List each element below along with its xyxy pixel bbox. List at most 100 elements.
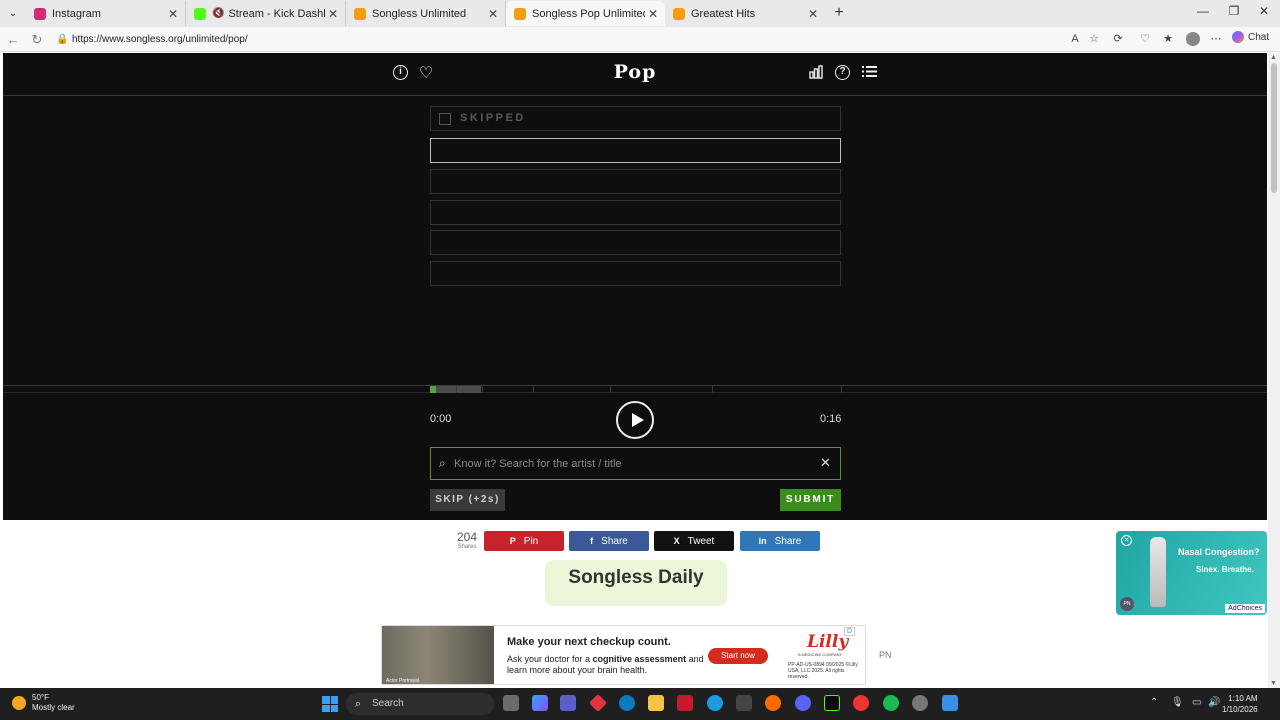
address-bar[interactable]: 🔒 https://www.songless.org/unlimited/pop… (52, 30, 1092, 49)
share-button-label: Tweet (687, 535, 715, 547)
read-aloud-icon[interactable]: A (1067, 31, 1083, 48)
spotify-icon[interactable] (883, 695, 899, 711)
list-icon[interactable] (860, 65, 878, 83)
lilly-logo: Lilly (807, 632, 849, 652)
guess-row-current (430, 138, 841, 163)
copilot-chat-button[interactable]: Chat (1232, 31, 1269, 43)
microphone-icon[interactable]: 🎙 (1171, 697, 1184, 708)
share-button-label: Share (774, 535, 802, 547)
song-search-box[interactable]: ⌕ ✕ (430, 447, 841, 480)
play-icon (632, 413, 644, 427)
songless-daily-heading[interactable]: Songless Daily (545, 560, 727, 606)
tab-songless-unlimited[interactable]: Songless Unlimited ✕ (346, 1, 506, 26)
opera-icon[interactable] (853, 695, 869, 711)
pinterest-share-button[interactable]: P Pin (484, 531, 564, 551)
x-icon: X (673, 536, 680, 546)
muted-speaker-icon[interactable]: 🔇 (212, 8, 224, 19)
ad-start-now-button[interactable]: Start now (708, 648, 768, 664)
scroll-up-arrow-icon[interactable]: ▲ (1270, 54, 1277, 61)
browser-app-icon[interactable] (707, 695, 723, 711)
copilot-app-icon[interactable] (532, 695, 548, 711)
tab-instagram[interactable]: Instagram ✕ (26, 1, 186, 26)
soundcloud-icon[interactable] (765, 695, 781, 711)
tab-kick-dashboard[interactable]: 🔇 Stream - Kick Dashboard ✕ (186, 1, 346, 26)
taskbar-search[interactable]: ⌕ Search (346, 693, 494, 715)
guess-row-empty (430, 230, 841, 255)
discord-icon[interactable] (795, 695, 811, 711)
stats-icon[interactable] (807, 65, 825, 83)
help-icon[interactable]: ? (835, 65, 850, 80)
new-tab-button[interactable]: + (830, 4, 848, 22)
extensions-icon[interactable]: ⟳ (1110, 31, 1126, 48)
task-view-icon[interactable] (503, 695, 519, 711)
settings-more-icon[interactable]: ⋯ (1208, 31, 1224, 48)
weather-widget[interactable]: 50°F Mostly clear (12, 693, 75, 713)
app-diamond-icon[interactable] (588, 693, 608, 713)
linkedin-share-button[interactable]: in Share (740, 531, 820, 551)
restore-button[interactable]: ❐ (1219, 4, 1249, 18)
refresh-button[interactable]: ↻ (28, 31, 46, 48)
song-progress-bar[interactable] (3, 385, 1267, 393)
windows-start-icon[interactable] (322, 696, 338, 712)
segment-divider (610, 386, 611, 393)
tray-overflow-icon[interactable]: ⌃ (1150, 697, 1158, 708)
browser-essentials-icon[interactable]: ♡ (1137, 31, 1153, 48)
time-elapsed: 0:00 (430, 413, 452, 425)
teams-icon[interactable] (560, 695, 576, 711)
ad-close-icon[interactable]: ✕ (1121, 535, 1132, 546)
page-scrollbar[interactable]: ▲ ▼ (1268, 53, 1280, 688)
network-icon[interactable]: ▭ (1192, 697, 1201, 708)
scroll-down-arrow-icon[interactable]: ▼ (1270, 680, 1277, 687)
minimize-button[interactable]: — (1188, 4, 1218, 18)
guess-row-empty (430, 261, 841, 286)
tab-greatest-hits[interactable]: Greatest Hits ✕ (665, 1, 825, 26)
tab-close-icon[interactable]: ✕ (165, 7, 181, 21)
page-title: Pop (613, 61, 657, 83)
scrollbar-thumb[interactable] (1271, 63, 1277, 193)
facebook-share-button[interactable]: f Share (569, 531, 649, 551)
ad-info-icon[interactable]: D (844, 627, 856, 636)
back-button[interactable]: ← (4, 31, 22, 48)
profile-avatar[interactable] (1186, 32, 1200, 46)
instagram-favicon-icon (34, 7, 46, 20)
share-count: 204 (456, 530, 478, 544)
mcafee-icon[interactable] (677, 695, 693, 711)
share-count-label: Shares (457, 544, 477, 550)
tab-close-icon[interactable]: ✕ (485, 7, 501, 21)
close-window-button[interactable]: ✕ (1249, 4, 1279, 18)
ad-headline: Make your next checkup count. (507, 636, 671, 648)
tab-close-icon[interactable]: ✕ (805, 7, 821, 21)
volume-icon[interactable]: 🔊 (1208, 697, 1220, 708)
tab-title: Songless Unlimited (372, 7, 467, 20)
tab-close-icon[interactable]: ✕ (645, 7, 661, 21)
skip-button[interactable]: SKIP (+2s) (430, 489, 505, 511)
store-icon[interactable] (736, 695, 752, 711)
game-header: i ♡ Pop ? (3, 53, 1267, 96)
address-toolbar: ← ↻ 🔒 https://www.songless.org/unlimited… (0, 27, 1280, 52)
copilot-icon (1232, 31, 1244, 43)
edge-icon[interactable] (619, 695, 635, 711)
time-total: 0:16 (820, 413, 842, 425)
terminal-icon[interactable] (824, 695, 840, 711)
adchoices-link[interactable]: AdChoices (1225, 604, 1265, 613)
clear-search-icon[interactable]: ✕ (820, 455, 831, 471)
side-advertisement[interactable]: ✕ Nasal Congestion? Sinex. Breathe. PN A… (1116, 531, 1267, 615)
chrome-icon[interactable] (912, 695, 928, 711)
weather-temp: 50°F (32, 693, 49, 702)
play-button[interactable] (616, 401, 654, 439)
song-search-input[interactable] (454, 454, 804, 474)
tab-actions-menu-button[interactable]: ⌄ (4, 5, 22, 22)
tab-close-icon[interactable]: ✕ (325, 7, 341, 21)
taskbar-clock[interactable]: 1:10 AM 1/10/2026 (1222, 693, 1258, 715)
favorite-star-icon[interactable]: ☆ (1086, 31, 1102, 48)
bottom-advertisement[interactable]: Actor Portrayal Make your next checkup c… (381, 625, 866, 685)
x-tweet-button[interactable]: X Tweet (654, 531, 734, 551)
windows-taskbar: 50°F Mostly clear ⌕ Search ⌃ 🎙 ▭ 🔊 1:10 … (0, 688, 1280, 720)
tab-songless-pop-unlimited[interactable]: Songless Pop Unlimited ✕ (506, 1, 665, 26)
favorites-icon[interactable]: ★ (1160, 31, 1176, 48)
ad-body-prefix: Ask your doctor for a (507, 654, 593, 664)
linkedin-icon: in (758, 536, 767, 546)
notepad-icon[interactable] (942, 695, 958, 711)
submit-button[interactable]: SUBMIT (780, 489, 841, 511)
file-explorer-icon[interactable] (648, 695, 664, 711)
